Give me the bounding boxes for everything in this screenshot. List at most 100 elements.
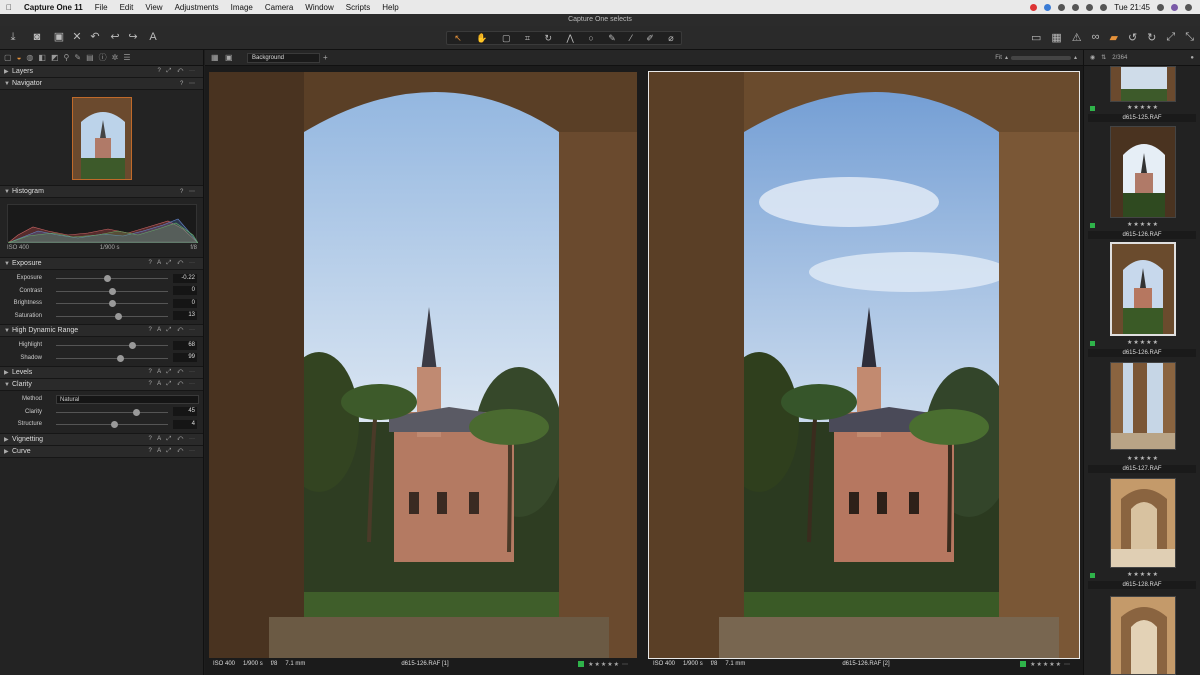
slider-track[interactable] [56, 354, 168, 362]
browser-thumbnail[interactable] [1110, 478, 1176, 568]
header-actions-icon[interactable]: ? ⋯ [180, 80, 197, 87]
gradient-icon[interactable]: ⌀ [668, 33, 673, 44]
menubar-clock[interactable]: Tue 21:45 [1114, 3, 1150, 12]
menu-scripts[interactable]: Scripts [340, 3, 376, 12]
slider-value[interactable]: 13 [173, 311, 197, 321]
redo-icon[interactable]: ↪ [126, 30, 140, 44]
loupe-icon[interactable]: ▢ [502, 33, 511, 44]
picker-icon[interactable]: ⁄ [630, 33, 632, 43]
slider-knob[interactable] [133, 408, 141, 416]
header-actions-icon[interactable]: ? ⋯ [180, 188, 197, 195]
delete-icon[interactable]: ✕ [70, 30, 84, 44]
menu-edit[interactable]: Edit [114, 3, 140, 12]
browser-thumbnail[interactable] [1110, 242, 1176, 336]
text-icon[interactable]: A [146, 30, 160, 44]
slider-knob[interactable] [117, 354, 125, 362]
zoom-slider[interactable] [1010, 55, 1071, 60]
time-machine-icon[interactable] [1072, 3, 1080, 11]
layers-header[interactable]: ▶ Layers? ⤢ ↶ ⋯ [0, 66, 203, 78]
menu-app-name[interactable]: Capture One 11 [18, 3, 89, 12]
camera-icon[interactable]: ◙ [30, 30, 44, 44]
user-icon[interactable]: ● [1190, 55, 1194, 61]
rotate-back-icon[interactable]: ↶ [88, 30, 102, 44]
local-tab-icon[interactable]: ✎ [74, 53, 81, 62]
color-tag[interactable] [1090, 341, 1095, 346]
menu-help[interactable]: Help [376, 3, 404, 12]
slider-knob[interactable] [104, 275, 112, 282]
levels-header[interactable]: ▶ Levels? A ⤢ ↶ ⋯ [0, 367, 203, 379]
folder-icon[interactable]: ▣ [52, 30, 66, 44]
slider-knob[interactable] [108, 287, 116, 295]
browser-rating[interactable]: ★★★★★ [1110, 221, 1176, 228]
slider-value[interactable]: 4 [173, 419, 197, 429]
adjust-tab-icon[interactable]: ⚲ [64, 53, 70, 62]
slider-value[interactable]: 45 [173, 407, 197, 417]
header-actions-icon[interactable]: ? A ⤢ ↶ ⋯ [148, 327, 197, 334]
undo-icon[interactable]: ↩ [108, 30, 122, 44]
caption-rating[interactable]: ★★★★★ ⋯ [578, 661, 629, 668]
spot-icon[interactable]: ○ [588, 33, 593, 43]
metadata-tab-icon[interactable]: ⓘ [99, 52, 107, 63]
grid-icon[interactable]: ▦ [1051, 31, 1061, 44]
slider-track[interactable] [56, 287, 168, 295]
browser-rating[interactable]: ★★★★★ [1110, 339, 1176, 346]
exposure-tab-icon[interactable]: ◒ [17, 53, 22, 62]
crop-icon[interactable]: ⌗ [525, 33, 530, 44]
browser-thumbnail[interactable] [1110, 66, 1176, 102]
browser-thumbnail[interactable] [1110, 596, 1176, 675]
lens-tab-icon[interactable]: ◧ [38, 53, 46, 62]
browser-item[interactable]: ★★★★★ d615-128.RAF [1088, 476, 1196, 592]
color-tag[interactable] [1090, 573, 1095, 578]
gear-icon[interactable]: ✲ [112, 53, 119, 62]
apple-icon[interactable]:  [0, 3, 18, 12]
sync-icon[interactable] [1058, 3, 1066, 11]
proof-icon[interactable]: ▭ [1031, 31, 1041, 44]
caption-rating[interactable]: ★★★★★ ⋯ [1020, 661, 1071, 668]
browser-rating[interactable]: ★★★★★ [1110, 571, 1176, 578]
browser-rating[interactable]: ★★★★★ [1110, 104, 1176, 111]
slider-value[interactable]: -0.22 [173, 273, 197, 283]
browser-rating[interactable]: ★★★★★ [1110, 455, 1176, 462]
browser-item[interactable]: ★★★★★ d615-127.RAF [1088, 360, 1196, 476]
exposure-header[interactable]: ▼ Exposure? A ⤢ ↶ ⋯ [0, 258, 203, 270]
fit-label[interactable]: Fit [995, 55, 1002, 61]
navigator-header[interactable]: ▼ Navigator? ⋯ [0, 78, 203, 90]
color-tag[interactable] [1090, 223, 1095, 228]
clarity-header[interactable]: ▼ Clarity? A ⤢ ↶ ⋯ [0, 379, 203, 391]
library-tab-icon[interactable]: ▢ [4, 53, 12, 62]
battery-icon[interactable] [1100, 3, 1108, 11]
curve-header[interactable]: ▶ Curve? A ⤢ ↶ ⋯ [0, 445, 203, 458]
menu-view[interactable]: View [139, 3, 168, 12]
slider-value[interactable]: 0 [173, 286, 197, 296]
color-tag[interactable] [578, 661, 585, 667]
dropbox-icon[interactable] [1044, 3, 1052, 11]
slider-knob[interactable] [110, 421, 118, 428]
header-actions-icon[interactable]: ? A ⤢ ↶ ⋯ [148, 381, 197, 388]
vignetting-header[interactable]: ▶ Vignetting? A ⤢ ↶ ⋯ [0, 433, 203, 446]
color-tag[interactable] [1090, 106, 1095, 111]
menu-window[interactable]: Window [299, 3, 339, 12]
sync-adjustments-icon[interactable]: ↻ [1147, 31, 1156, 44]
more-icon[interactable]: ⋯ [1064, 661, 1071, 668]
slider-value[interactable]: 68 [173, 340, 197, 350]
histogram-header[interactable]: ▼ Histogram? ⋯ [0, 186, 203, 198]
zoom-out-icon[interactable]: ▴ [1005, 54, 1008, 61]
search-icon[interactable] [1157, 3, 1164, 11]
color-tag[interactable] [1020, 661, 1027, 667]
pan-icon[interactable]: ✋ [476, 33, 487, 44]
viewer-image-secondary[interactable] [648, 71, 1080, 659]
slider-knob[interactable] [115, 312, 123, 320]
rotate-icon[interactable]: ↻ [544, 33, 552, 44]
viewer-image-primary[interactable] [209, 72, 637, 658]
layer-select[interactable]: Background [247, 53, 320, 63]
slider-track[interactable] [56, 421, 168, 428]
slider-track[interactable] [56, 312, 168, 320]
header-actions-icon[interactable]: ? A ⤢ ↶ ⋯ [148, 448, 197, 455]
header-actions-icon[interactable]: ? ⤢ ↶ ⋯ [157, 68, 197, 75]
eye-icon[interactable]: ◉ [1090, 54, 1095, 61]
slider-track[interactable] [56, 300, 168, 307]
slider-knob[interactable] [128, 342, 136, 349]
copy-adjustments-icon[interactable]: ▰ [1109, 31, 1117, 44]
output-tab-icon[interactable]: ▤ [86, 53, 94, 62]
glasses-icon[interactable]: ∞ [1092, 31, 1100, 44]
